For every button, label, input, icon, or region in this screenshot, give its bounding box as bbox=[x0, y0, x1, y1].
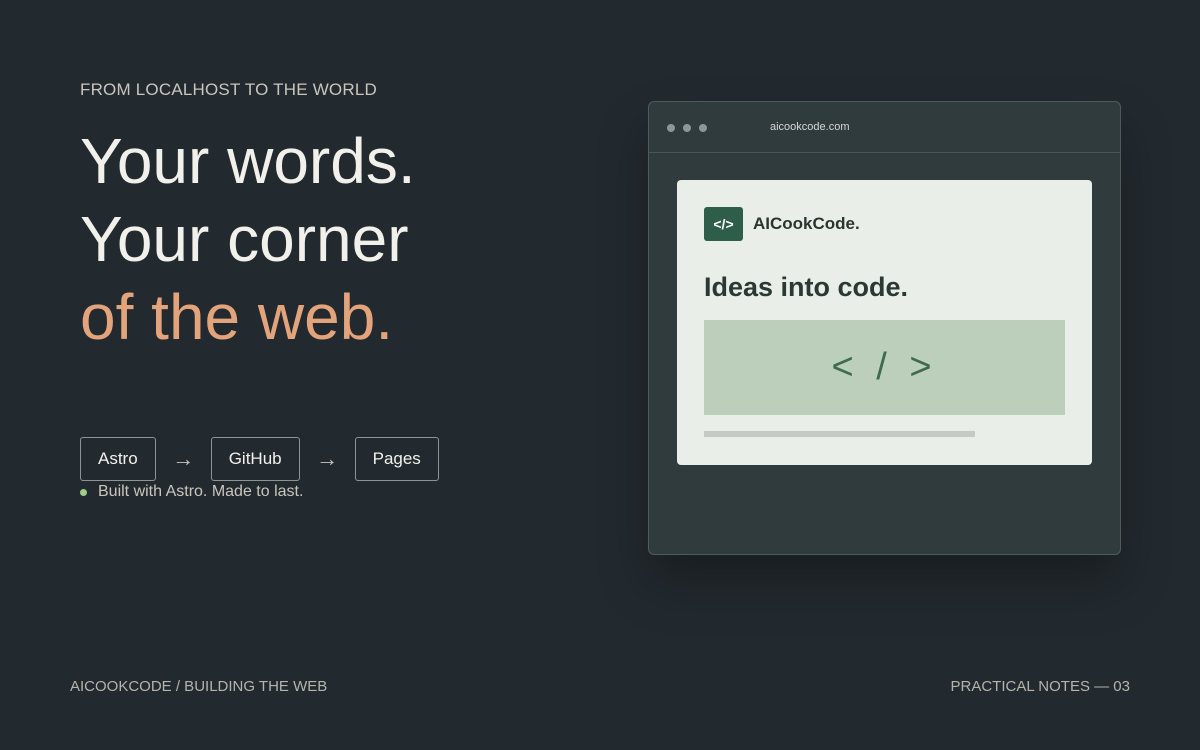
site-tagline: Ideas into code. bbox=[704, 272, 909, 302]
arrow-right-icon: → bbox=[316, 446, 339, 471]
site-preview-card: </> AICookCode. Ideas into code. < / > bbox=[677, 180, 1092, 465]
built-with-text: Built with Astro. Made to last. bbox=[98, 483, 304, 500]
footer-series-label: AICOOKCODE / BUILDING THE WEB bbox=[70, 678, 328, 695]
pipeline-step-github: GitHub bbox=[210, 437, 300, 481]
deploy-pipeline: Astro → GitHub → Pages bbox=[80, 437, 439, 481]
browser-toolbar: aicookcode.com bbox=[649, 102, 1120, 153]
pipeline-step-pages: Pages bbox=[354, 437, 439, 481]
code-hero-panel: < / > bbox=[704, 320, 1065, 415]
window-dot-icon bbox=[667, 124, 675, 132]
headline-line-2: Your corner bbox=[80, 203, 409, 275]
eyebrow-text: FROM LOCALHOST TO THE WORLD bbox=[80, 80, 377, 99]
headline-line-1: Your words. bbox=[80, 125, 416, 197]
arrow-right-icon: → bbox=[172, 446, 195, 471]
built-with-note: Built with Astro. Made to last. bbox=[80, 483, 303, 501]
code-brackets-icon: </> bbox=[704, 207, 743, 241]
window-dot-icon bbox=[699, 124, 707, 132]
pipeline-step-astro: Astro bbox=[80, 437, 156, 481]
code-glyph: < / > bbox=[831, 346, 938, 388]
browser-mockup: aicookcode.com </> AICookCode. Ideas int… bbox=[648, 101, 1121, 555]
address-bar-url: aicookcode.com bbox=[770, 121, 850, 133]
window-dot-icon bbox=[683, 124, 691, 132]
headline-line-3: of the web. bbox=[80, 281, 394, 353]
site-brand-name: AICookCode. bbox=[753, 214, 860, 233]
footer-page-label: PRACTICAL NOTES — 03 bbox=[950, 678, 1131, 695]
green-dot-icon bbox=[80, 488, 87, 496]
hero-headline: Your words. Your corner of the web. bbox=[80, 122, 416, 356]
placeholder-bar bbox=[704, 431, 975, 437]
